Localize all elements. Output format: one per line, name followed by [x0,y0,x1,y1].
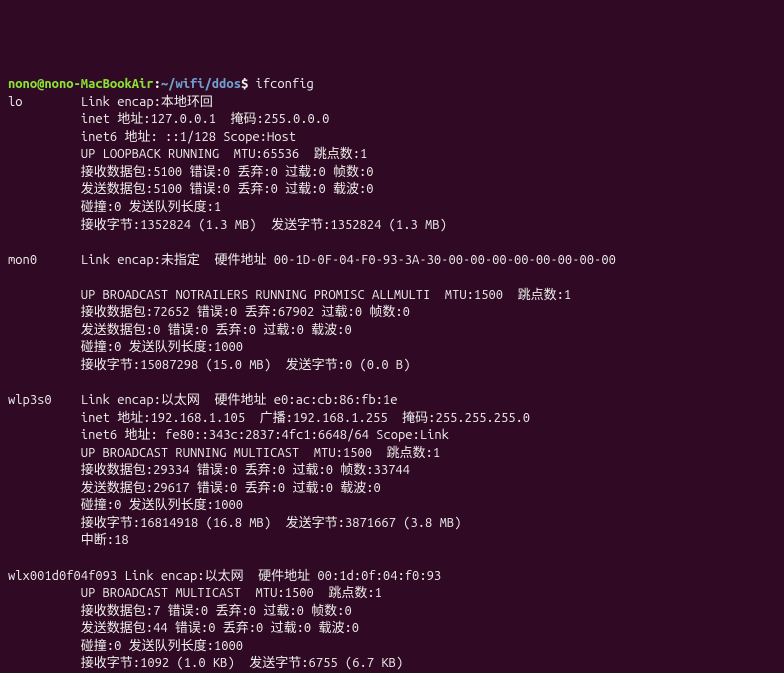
prompt-cwd: ~/wifi/ddos [161,77,241,91]
output-line: wlp3s0 Link encap:以太网 硬件地址 e0:ac:cb:86:f… [8,393,398,407]
iface-wlx: wlx001d0f04f093 [8,569,117,583]
output-line: 接收数据包:29334 错误:0 丢弃:0 过载:0 帧数:33744 [8,463,410,477]
output-line: 接收数据包:5100 错误:0 丢弃:0 过载:0 帧数:0 [8,165,374,179]
output-line: 接收字节:1092 (1.0 KB) 发送字节:6755 (6.7 KB) [8,656,403,670]
prompt-dollar: $ [241,77,256,91]
output-line: 碰撞:0 发送队列长度:1000 [8,639,243,653]
output-line: lo Link encap:本地环回 [8,95,213,109]
output-line: inet 地址:127.0.0.1 掩码:255.0.0.0 [8,112,329,126]
output-line: UP BROADCAST MULTICAST MTU:1500 跳点数:1 [8,586,382,600]
output-line: 发送数据包:5100 错误:0 丢弃:0 过载:0 载波:0 [8,182,374,196]
iface-lo: lo [8,95,23,109]
output-line: 接收字节:1352824 (1.3 MB) 发送字节:1352824 (1.3 … [8,218,447,232]
output-line: UP LOOPBACK RUNNING MTU:65536 跳点数:1 [8,147,367,161]
output-line: 接收数据包:7 错误:0 丢弃:0 过载:0 帧数:0 [8,604,352,618]
output-line: inet6 地址: fe80::343c:2837:4fc1:6648/64 S… [8,428,449,442]
output-line: 碰撞:0 发送队列长度:1000 [8,340,243,354]
output-line: 发送数据包:29617 错误:0 丢弃:0 过载:0 载波:0 [8,481,381,495]
output-line: UP BROADCAST RUNNING MULTICAST MTU:1500 … [8,446,440,460]
prompt-user-host: nono@nono-MacBookAir [8,77,154,91]
output-line: 接收字节:16814918 (16.8 MB) 发送字节:3871667 (3.… [8,516,461,530]
output-line: 接收字节:15087298 (15.0 MB) 发送字节:0 (0.0 B) [8,358,410,372]
output-line: 发送数据包:44 错误:0 丢弃:0 过载:0 载波:0 [8,621,359,635]
output-line: 发送数据包:0 错误:0 丢弃:0 过载:0 载波:0 [8,323,352,337]
output-line: UP BROADCAST NOTRAILERS RUNNING PROMISC … [8,288,571,302]
command-input[interactable]: ifconfig [256,77,314,91]
iface-mon0: mon0 [8,253,37,267]
prompt-sep: : [154,77,161,91]
output-line: 中断:18 [8,533,129,547]
prompt-line[interactable]: nono@nono-MacBookAir:~/wifi/ddos$ ifconf… [8,77,314,91]
output-line: 接收数据包:72652 错误:0 丢弃:67902 过载:0 帧数:0 [8,305,410,319]
output-line: inet 地址:192.168.1.105 广播:192.168.1.255 掩… [8,411,530,425]
iface-wlp3s0: wlp3s0 [8,393,52,407]
output-line: wlx001d0f04f093 Link encap:以太网 硬件地址 00:1… [8,569,441,583]
output-line: 碰撞:0 发送队列长度:1 [8,200,221,214]
output-line: inet6 地址: ::1/128 Scope:Host [8,130,296,144]
output-line: 碰撞:0 发送队列长度:1000 [8,498,243,512]
output-line: mon0 Link encap:未指定 硬件地址 00-1D-0F-04-F0-… [8,253,616,267]
